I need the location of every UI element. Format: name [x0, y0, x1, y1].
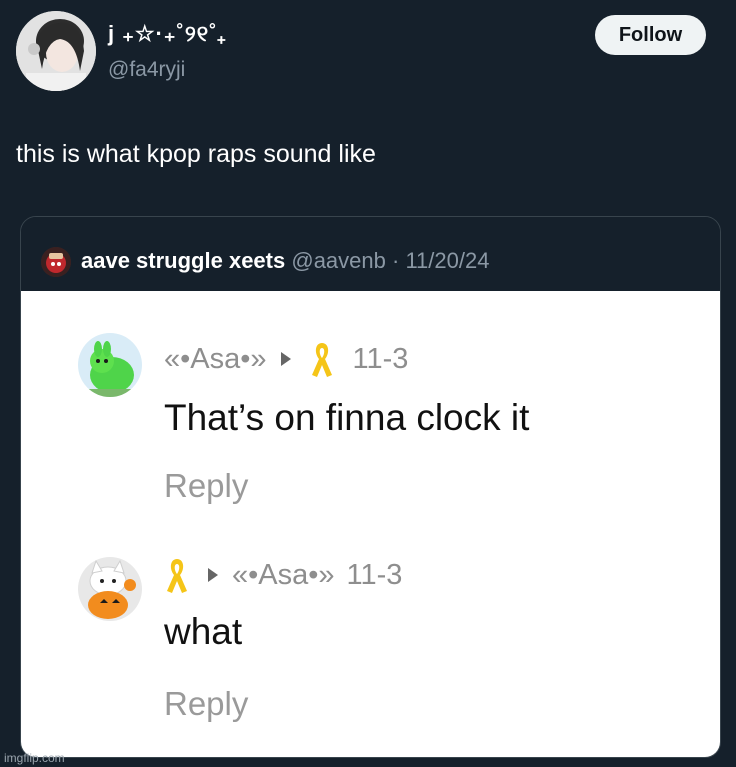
cat-pumpkin-avatar: [78, 557, 142, 621]
watermark: imgflip.com: [4, 751, 65, 765]
quote-author-avatar[interactable]: [41, 247, 71, 277]
comment-header: «•Asa•» 11-3: [164, 555, 402, 595]
comment-date: 11-3: [352, 342, 409, 375]
comment-text: That’s on finna clock it: [164, 397, 530, 438]
quote-avatar-image: [41, 247, 71, 277]
quote-date: 11/20/24: [405, 248, 490, 273]
tweet-header: j ₊☆·₊˚୨୧˚₊ @fa4ryji Follow: [0, 0, 736, 100]
yellow-ribbon-icon: [167, 559, 187, 593]
avatar[interactable]: [16, 11, 96, 91]
quote-author-line: aave struggle xeets @aavenb · 11/20/24: [81, 248, 489, 274]
quote-separator: ·: [392, 248, 400, 273]
quote-author-handle[interactable]: @aavenb: [291, 248, 386, 273]
quote-tweet[interactable]: aave struggle xeets @aavenb · 11/20/24 «…: [20, 216, 721, 758]
yellow-ribbon-icon: [311, 343, 332, 377]
comment-date: 11-3: [346, 558, 403, 591]
green-creature-avatar: [78, 333, 142, 397]
user-handle[interactable]: @fa4ryji: [108, 58, 185, 82]
quote-author-name[interactable]: aave struggle xeets: [81, 248, 285, 273]
quote-image: «•Asa•» 11-3 That’s on finna clock it Re…: [21, 291, 720, 757]
reply-button[interactable]: Reply: [164, 685, 248, 723]
avatar-image: [16, 11, 96, 91]
reply-to-username[interactable]: «•Asa•»: [232, 559, 335, 592]
display-name[interactable]: j ₊☆·₊˚୨୧˚₊: [108, 21, 226, 47]
reply-arrow-icon: [280, 352, 291, 366]
comment-item: «•Asa•» 11-3 what Reply: [21, 521, 720, 757]
comment-header: «•Asa•» 11-3: [164, 339, 408, 379]
follow-button[interactable]: Follow: [595, 15, 706, 55]
comment-username[interactable]: «•Asa•»: [164, 343, 267, 376]
commenter-avatar[interactable]: [78, 557, 142, 621]
comment-item: «•Asa•» 11-3 That’s on finna clock it Re…: [21, 291, 720, 521]
comment-text: what: [164, 611, 243, 652]
tweet-text: this is what kpop raps sound like: [16, 140, 376, 168]
quote-header: aave struggle xeets @aavenb · 11/20/24: [21, 217, 720, 291]
commenter-avatar[interactable]: [78, 333, 142, 397]
reply-button[interactable]: Reply: [164, 467, 248, 505]
reply-arrow-icon: [208, 568, 218, 582]
